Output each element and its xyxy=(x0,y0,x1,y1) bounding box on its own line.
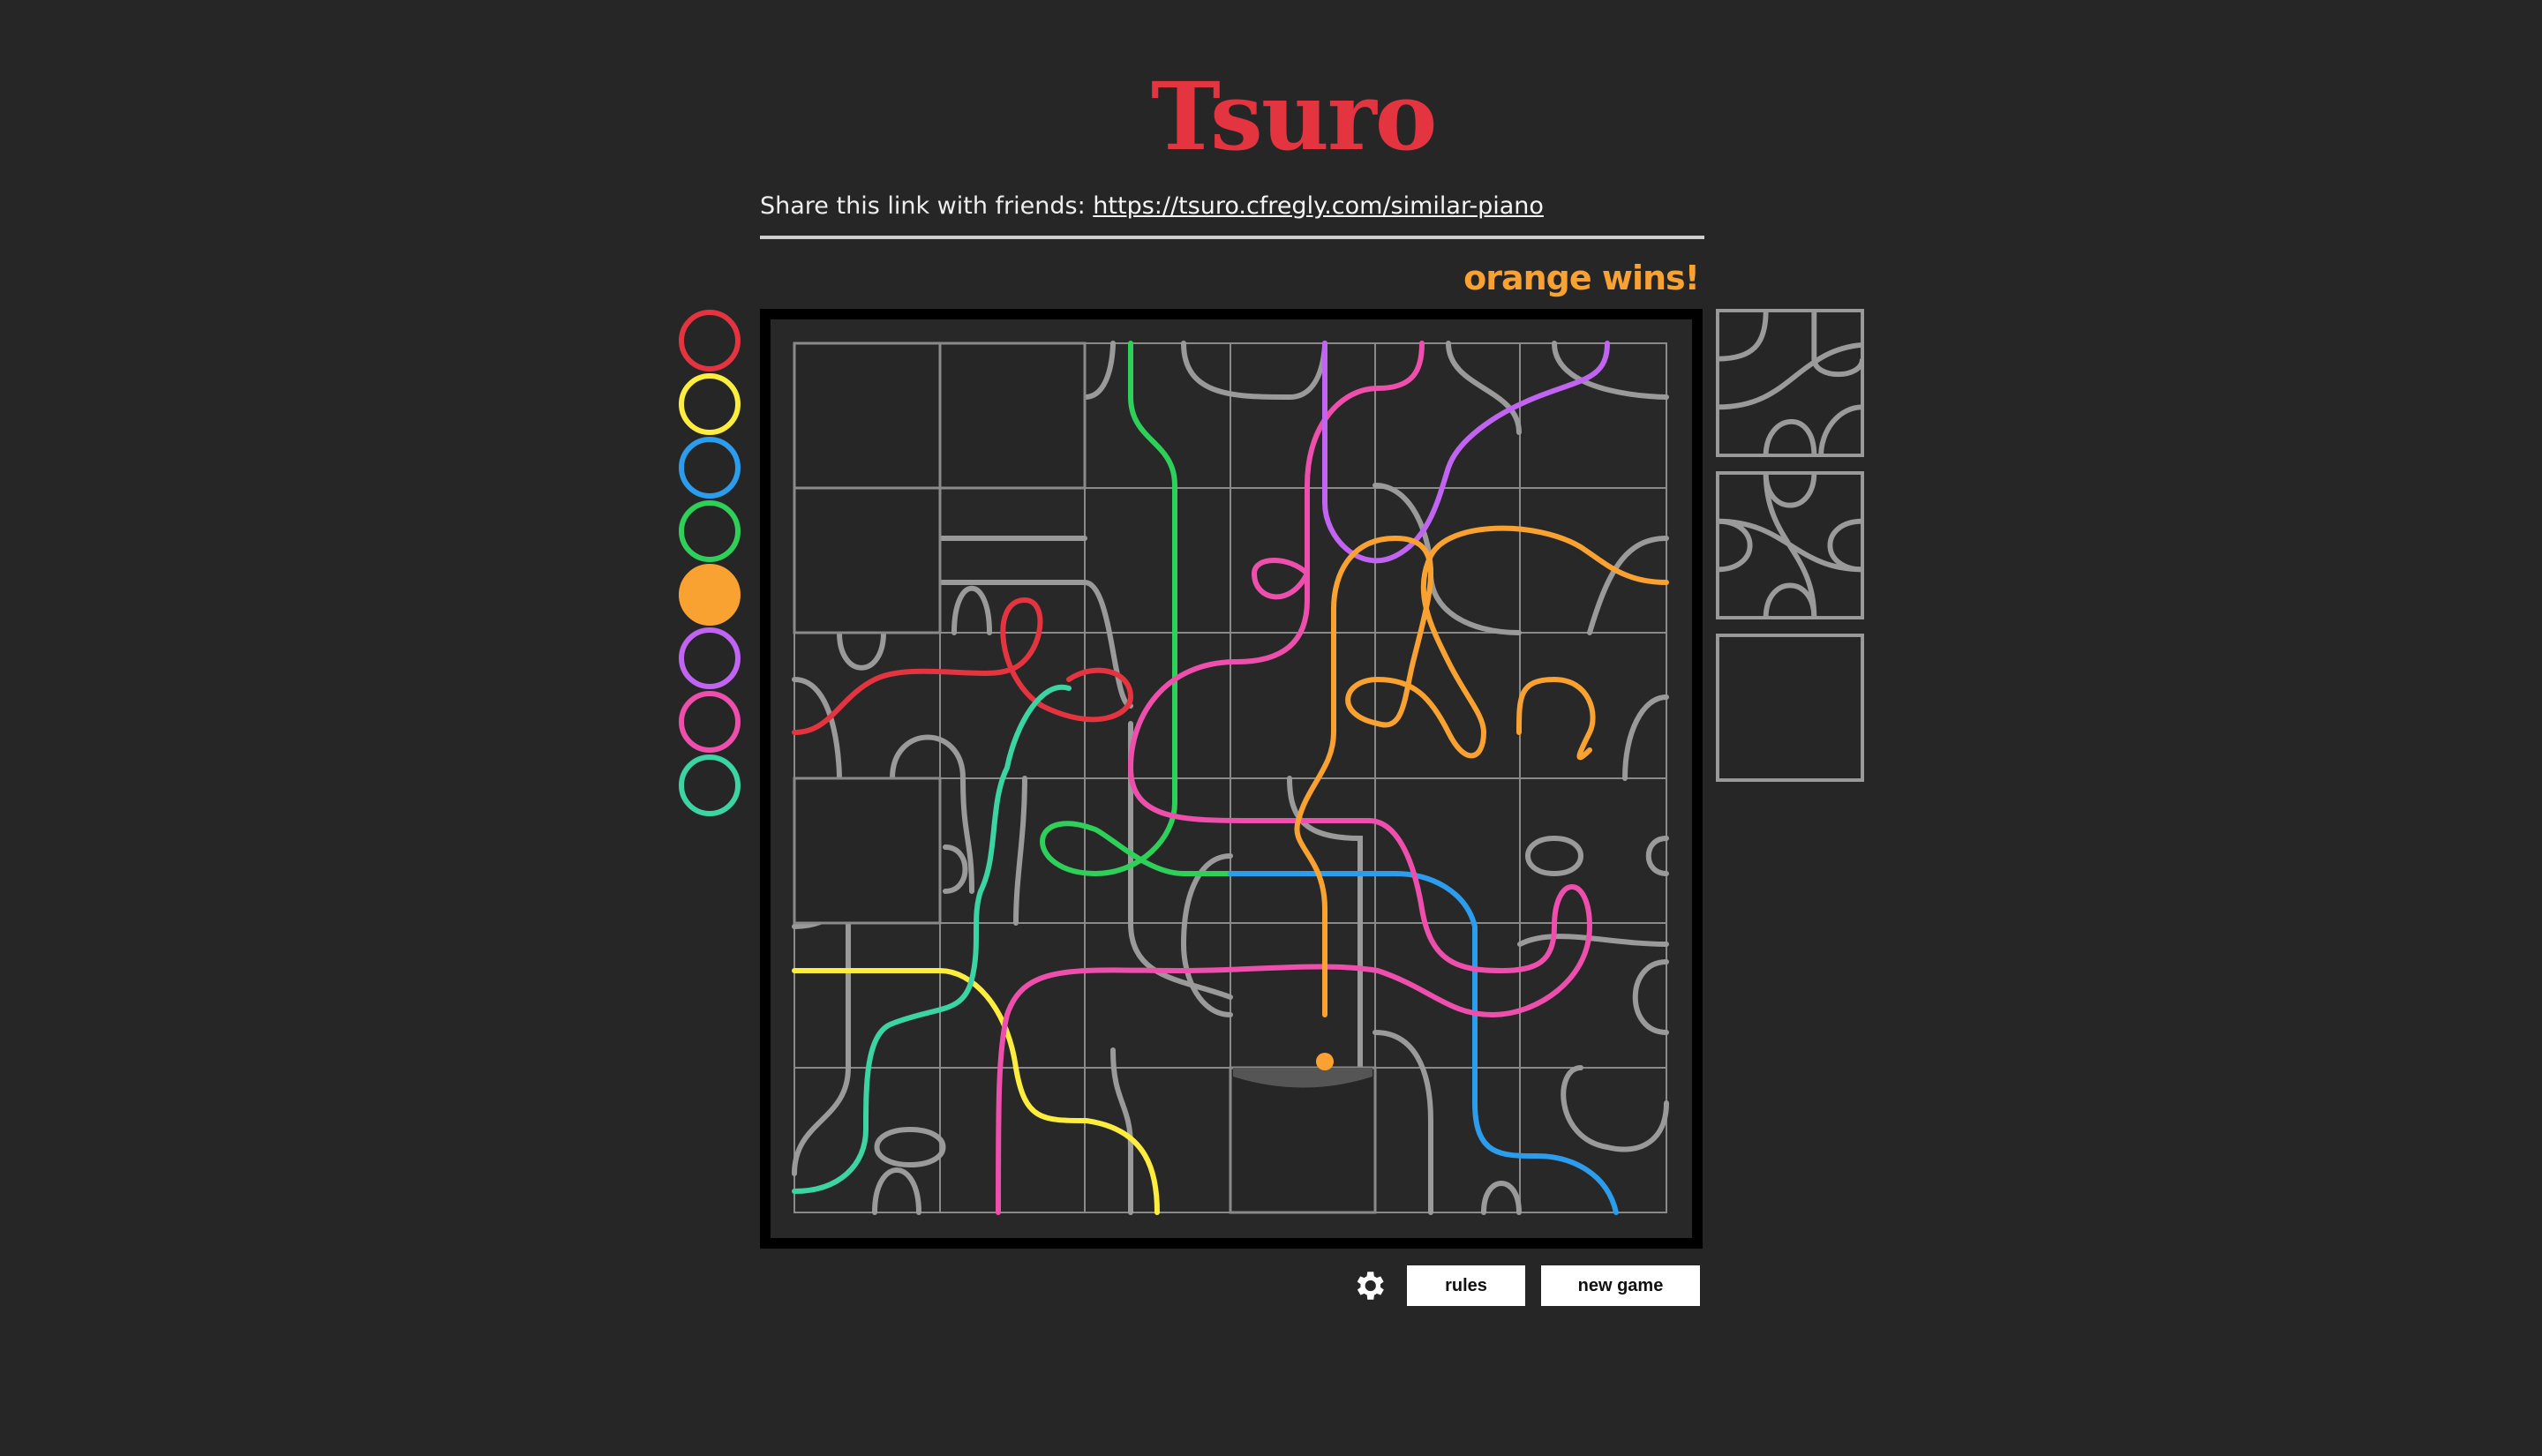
player-token-green xyxy=(679,500,741,562)
share-label: Share this link with friends: xyxy=(760,192,1086,220)
player-token-pink xyxy=(679,691,741,753)
player-token-purple xyxy=(679,627,741,689)
rules-button[interactable]: rules xyxy=(1407,1265,1525,1306)
empty-slot xyxy=(1716,634,1864,782)
hand-tile-1[interactable] xyxy=(1716,309,1864,457)
player-token-blue xyxy=(679,437,741,499)
share-line: Share this link with friends: https://ts… xyxy=(760,189,1544,224)
game-status: orange wins! xyxy=(1463,259,1700,297)
new-game-button[interactable]: new game xyxy=(1541,1265,1700,1306)
app-logo: Tsuro xyxy=(1151,61,1437,171)
player-token-teal xyxy=(679,754,741,816)
share-link[interactable]: https://tsuro.cfregly.com/similar-piano xyxy=(1093,192,1544,220)
divider xyxy=(760,236,1704,239)
player-token-yellow xyxy=(679,373,741,435)
player-token-red xyxy=(679,310,741,372)
gear-icon[interactable] xyxy=(1350,1267,1388,1304)
hand-tile-2[interactable] xyxy=(1716,471,1864,619)
game-board[interactable] xyxy=(760,309,1703,1249)
player-token-orange xyxy=(679,564,741,626)
orange-token xyxy=(1316,1053,1334,1070)
